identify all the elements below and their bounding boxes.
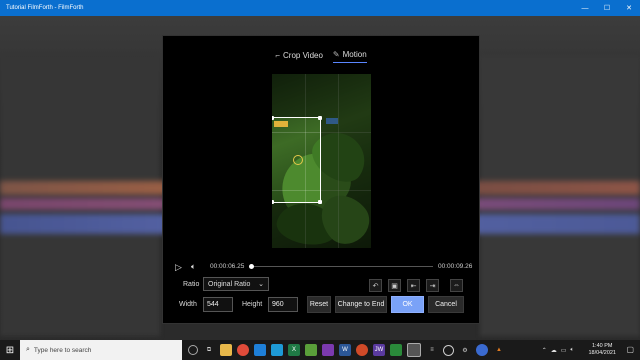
app-icon-green-2[interactable] bbox=[390, 344, 402, 356]
task-view-icon[interactable]: ⧉ bbox=[203, 344, 215, 356]
crop-handle-bottom-left[interactable] bbox=[272, 200, 274, 204]
seek-bar[interactable] bbox=[249, 264, 433, 269]
app-icon-red[interactable] bbox=[356, 344, 368, 356]
align-left-icon[interactable]: ⇤ bbox=[407, 279, 420, 292]
end-time: 00:00:09.26 bbox=[438, 263, 473, 270]
reset-button[interactable]: Reset bbox=[307, 296, 331, 313]
crop-handle-bottom-right[interactable] bbox=[318, 200, 322, 204]
filmforth-icon[interactable] bbox=[407, 343, 421, 357]
chevron-up-icon[interactable]: ⌃ bbox=[542, 347, 547, 354]
search-placeholder: Type here to search bbox=[33, 346, 92, 354]
tab-crop-video-label: Crop Video bbox=[283, 50, 323, 60]
width-field[interactable]: 544 bbox=[203, 297, 233, 312]
clock[interactable]: 1:40 PM 18/04/2021 bbox=[588, 343, 616, 357]
crop-handle-top-right[interactable] bbox=[318, 116, 322, 120]
vlc-icon[interactable]: ▲ bbox=[493, 344, 505, 356]
cancel-button[interactable]: Cancel bbox=[428, 296, 464, 313]
fit-icon[interactable]: ▣ bbox=[388, 279, 401, 292]
tab-motion[interactable]: ✎ Motion bbox=[332, 50, 367, 63]
cortana-icon[interactable] bbox=[188, 345, 198, 355]
windows-start-icon[interactable]: ⊞ bbox=[0, 340, 20, 360]
notification-icon[interactable]: ▢ bbox=[626, 345, 634, 354]
network-icon[interactable]: ▭ bbox=[561, 347, 567, 354]
taskbar: ⊞ ⌕ Type here to search ⧉ X W JW ≡ ⚙ ▲ ⌃… bbox=[0, 340, 640, 360]
rotate-left-icon[interactable]: ↶ bbox=[369, 279, 382, 292]
ratio-value: Original Ratio bbox=[208, 280, 251, 288]
title-bar: Tutorial FilmForth - FilmForth — ☐ ✕ bbox=[0, 0, 640, 16]
app-icon-circle[interactable] bbox=[443, 344, 454, 356]
window-title: Tutorial FilmForth - FilmForth bbox=[6, 5, 84, 11]
edit-icon: ✎ bbox=[332, 50, 340, 59]
onenote-icon[interactable] bbox=[322, 344, 334, 356]
width-label: Width bbox=[179, 301, 197, 308]
start-position-marker bbox=[274, 121, 288, 127]
crop-motion-dialog: ⌐ Crop Video ✎ Motion ▷ 🔈︎ 00:00:06.25 0… bbox=[162, 35, 480, 324]
app-icon-green[interactable] bbox=[305, 344, 317, 356]
app-icon-lines[interactable]: ≡ bbox=[426, 344, 438, 356]
video-preview[interactable] bbox=[272, 74, 371, 248]
flip-icon[interactable]: ⇔ bbox=[450, 279, 463, 292]
crop-handle-top-left[interactable] bbox=[272, 116, 274, 120]
tab-crop-video[interactable]: ⌐ Crop Video bbox=[275, 50, 323, 63]
maximize-icon[interactable]: ☐ bbox=[596, 0, 618, 16]
ratio-select[interactable]: Original Ratio ⌄ bbox=[203, 277, 269, 291]
chevron-down-icon: ⌄ bbox=[258, 281, 264, 288]
align-right-icon[interactable]: ⇥ bbox=[426, 279, 439, 292]
settings-icon[interactable]: ⚙ bbox=[459, 344, 471, 356]
crop-center-handle[interactable] bbox=[293, 155, 303, 165]
excel-icon[interactable]: X bbox=[288, 344, 300, 356]
minimize-icon[interactable]: — bbox=[574, 0, 596, 16]
chrome-icon[interactable] bbox=[237, 344, 249, 356]
search-icon: ⌕ bbox=[26, 346, 30, 353]
height-field[interactable]: 960 bbox=[268, 297, 298, 312]
volume-tray-icon[interactable]: 🔈︎ bbox=[570, 347, 574, 354]
app-icon-blue[interactable] bbox=[476, 344, 488, 356]
end-position-marker bbox=[326, 118, 338, 124]
volume-icon[interactable]: 🔈︎ bbox=[191, 262, 196, 272]
clock-date: 18/04/2021 bbox=[588, 350, 616, 356]
seek-knob[interactable] bbox=[249, 264, 254, 269]
cloud-icon[interactable]: ☁ bbox=[551, 347, 557, 354]
close-icon[interactable]: ✕ bbox=[618, 0, 640, 16]
height-label: Height bbox=[242, 301, 263, 308]
app-icon-jw[interactable]: JW bbox=[373, 344, 385, 356]
crop-frame[interactable] bbox=[272, 116, 322, 204]
skype-icon[interactable] bbox=[271, 344, 283, 356]
tab-motion-label: Motion bbox=[342, 50, 367, 59]
ok-button[interactable]: OK bbox=[391, 296, 424, 313]
taskbar-search[interactable]: ⌕ Type here to search bbox=[20, 340, 182, 360]
word-icon[interactable]: W bbox=[339, 344, 351, 356]
ratio-label: Ratio bbox=[183, 281, 200, 288]
file-explorer-icon[interactable] bbox=[220, 344, 232, 356]
current-time: 00:00:06.25 bbox=[210, 263, 245, 270]
change-to-end-button[interactable]: Change to End bbox=[335, 296, 387, 313]
crop-icon: ⌐ bbox=[275, 50, 281, 60]
edge-icon[interactable] bbox=[254, 344, 266, 356]
clock-time: 1:40 PM bbox=[591, 343, 613, 349]
play-icon[interactable]: ▷ bbox=[175, 262, 182, 273]
